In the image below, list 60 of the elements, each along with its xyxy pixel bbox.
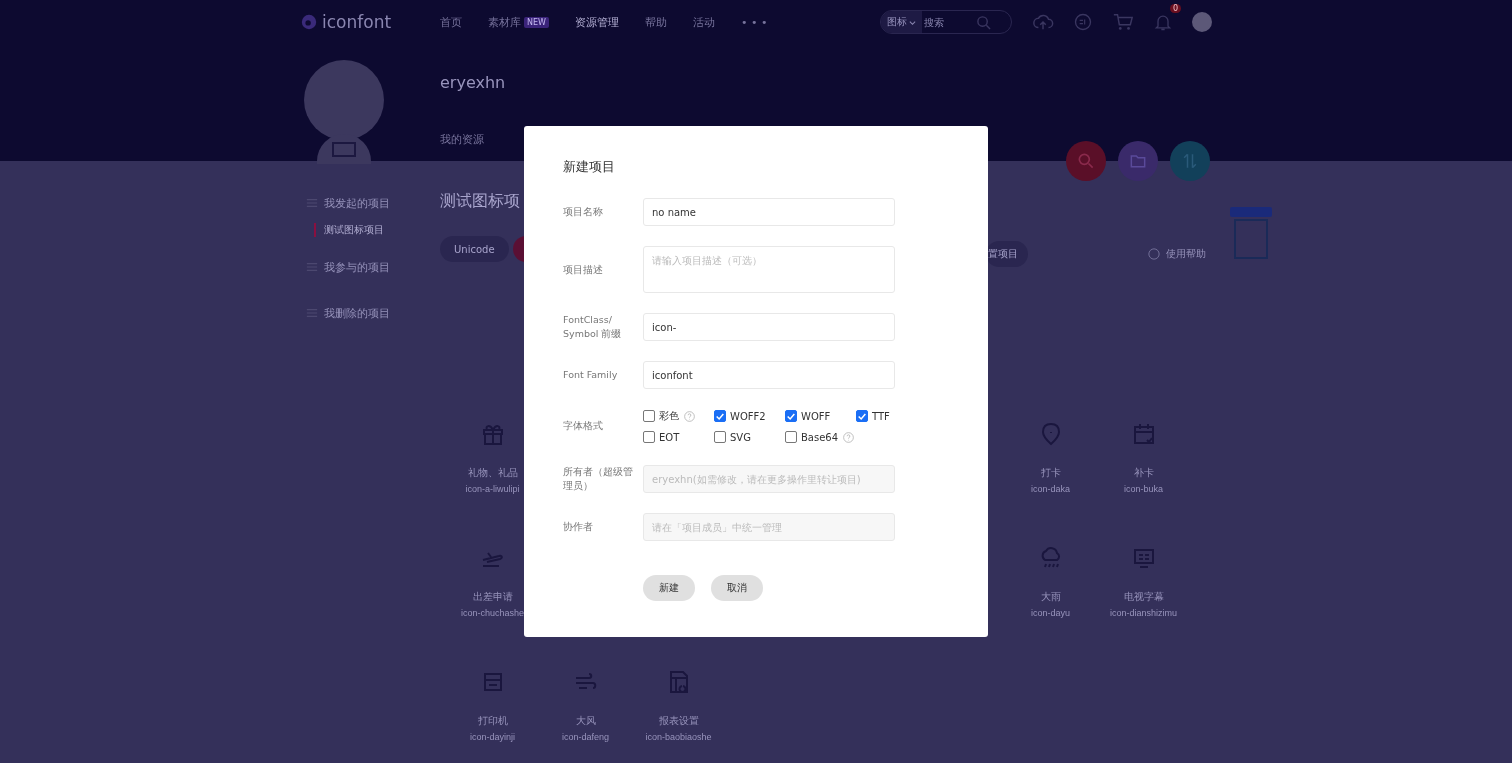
sidebar-item[interactable]: 我发起的项目: [324, 195, 390, 211]
nav-link[interactable]: 活动: [692, 14, 715, 30]
new-badge: NEW: [524, 16, 549, 28]
help-link[interactable]: 使用帮助: [1166, 247, 1206, 261]
checkbox-label: WOFF: [801, 410, 831, 422]
icon-code: icon-chuchashe: [460, 608, 524, 618]
icon-code: icon-dayu: [1031, 608, 1070, 618]
checkbox-label: TTF: [872, 410, 890, 422]
field-label: 项目名称: [563, 205, 604, 219]
cancel-button[interactable]: 取消: [711, 575, 763, 601]
text-field[interactable]: no name: [643, 198, 895, 226]
mode-tab[interactable]: Unicode: [440, 236, 509, 262]
checkbox-label: Base64: [801, 431, 840, 443]
icon-name: 大雨: [1040, 590, 1061, 604]
nav-link[interactable]: 资源管理: [574, 14, 619, 30]
icon-name: 出差申请: [472, 590, 513, 604]
username: eryexhn: [440, 73, 506, 92]
icon-name: 电视字幕: [1123, 590, 1164, 604]
search-input[interactable]: 搜索: [922, 15, 976, 29]
icon-name: 礼物、礼品: [467, 466, 518, 480]
field-label: Font Family: [563, 368, 619, 382]
icon-name: 大风: [575, 714, 596, 728]
nav-link[interactable]: 帮助: [644, 14, 667, 30]
icon-name: 补卡: [1133, 466, 1154, 480]
field-label: 字体格式: [563, 419, 604, 433]
field-label: 项目描述: [563, 262, 604, 277]
field-label: 协作者: [563, 520, 594, 534]
nav-link[interactable]: 素材库 NEW: [488, 14, 549, 30]
description-field[interactable]: 请输入项目描述（可选）: [643, 246, 895, 293]
icon-code: icon-dayinji: [470, 732, 515, 742]
checkbox-label: WOFF2: [730, 410, 766, 422]
text-field[interactable]: icon-: [643, 313, 895, 341]
icon-code: icon-dafeng: [561, 732, 609, 742]
checkbox-label: EOT: [659, 431, 680, 443]
sidebar-item[interactable]: 我参与的项目: [324, 259, 390, 275]
project-settings-button[interactable]: 置项目: [986, 241, 1028, 267]
search-scope-select[interactable]: 图标: [881, 11, 922, 33]
dialog-title: 新建项目: [563, 158, 616, 176]
icon-code: icon-daka: [1031, 484, 1070, 494]
create-button[interactable]: 新建: [643, 575, 695, 601]
sidebar-subitem[interactable]: 测试图标项目: [314, 223, 440, 237]
icon-code: icon-dianshizimu: [1110, 608, 1177, 618]
icon-code: icon-a-liwulipi: [465, 484, 520, 494]
nav-link[interactable]: • • •: [740, 15, 768, 29]
field-label: FontClass/ Symbol 前缀: [563, 313, 623, 341]
icon-name: 打卡: [1040, 466, 1061, 480]
logo-text[interactable]: iconfont: [322, 12, 392, 32]
field-label: 所有者（超级管理员）: [563, 465, 634, 493]
icon-code: icon-baobiaoshe: [645, 732, 712, 742]
text-field[interactable]: iconfont: [643, 361, 895, 389]
checkbox-label: SVG: [730, 431, 751, 443]
profile-tab[interactable]: 我的资源: [440, 132, 484, 147]
project-title: 测试图标项: [440, 191, 520, 212]
nav-link[interactable]: 首页: [440, 14, 462, 30]
icon-code: icon-buka: [1124, 484, 1163, 494]
icon-name: 报表设置: [658, 714, 699, 728]
notification-count: 0: [1169, 4, 1181, 13]
icon-name: 打印机: [477, 714, 508, 728]
checkbox-label: 彩色: [659, 409, 680, 423]
sidebar-item[interactable]: 我删除的项目: [324, 305, 390, 321]
